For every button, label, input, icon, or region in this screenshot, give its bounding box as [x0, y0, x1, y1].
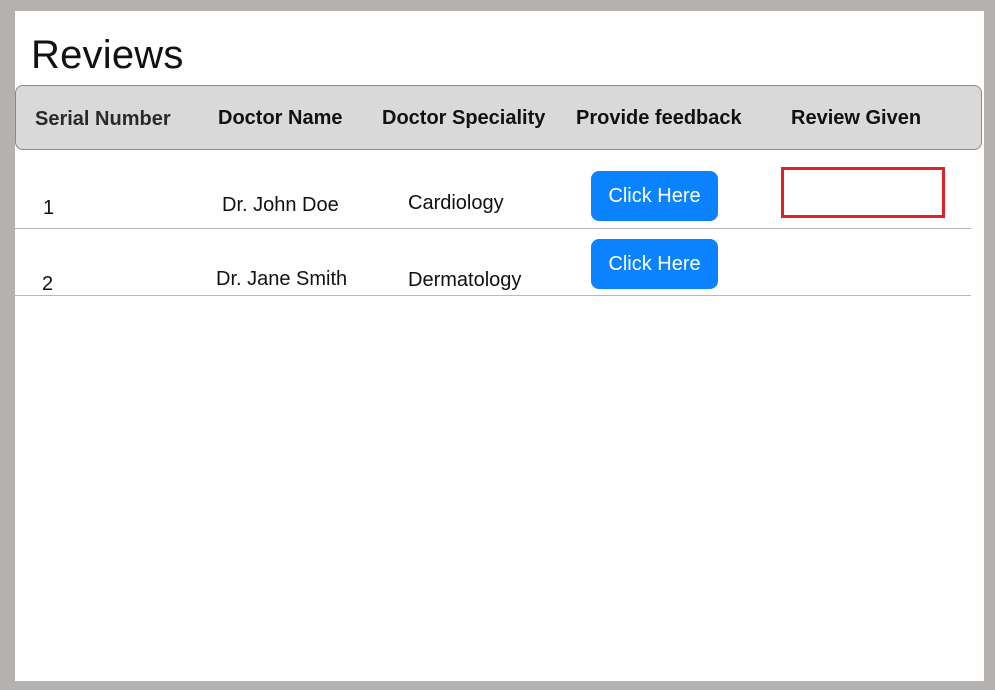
page-title: Reviews: [31, 33, 184, 77]
table-row: 1 Dr. John Doe Cardiology Click Here: [15, 151, 971, 229]
header-doctor-name: Doctor Name: [218, 107, 343, 129]
doctor-name-cell: Dr. John Doe: [222, 194, 339, 216]
header-provide-feedback: Provide feedback: [576, 107, 742, 129]
header-serial-number: Serial Number: [35, 108, 171, 130]
doctor-speciality-cell: Dermatology: [408, 269, 522, 291]
review-given-field[interactable]: [781, 167, 945, 218]
doctor-name-cell: Dr. Jane Smith: [216, 268, 348, 290]
reviews-panel: Reviews Serial Number Doctor Name Doctor…: [15, 11, 984, 681]
feedback-button[interactable]: Click Here: [591, 171, 718, 221]
serial-number-cell: 2: [42, 273, 54, 295]
header-doctor-speciality: Doctor Speciality: [382, 107, 546, 129]
table-header: Serial Number Doctor Name Doctor Special…: [15, 85, 982, 150]
serial-number-cell: 1: [43, 197, 55, 219]
table-row: 2 Dr. Jane Smith Dermatology Click Here: [15, 228, 971, 296]
feedback-button[interactable]: Click Here: [591, 239, 718, 289]
doctor-speciality-cell: Cardiology: [408, 192, 504, 214]
header-review-given: Review Given: [791, 107, 922, 129]
